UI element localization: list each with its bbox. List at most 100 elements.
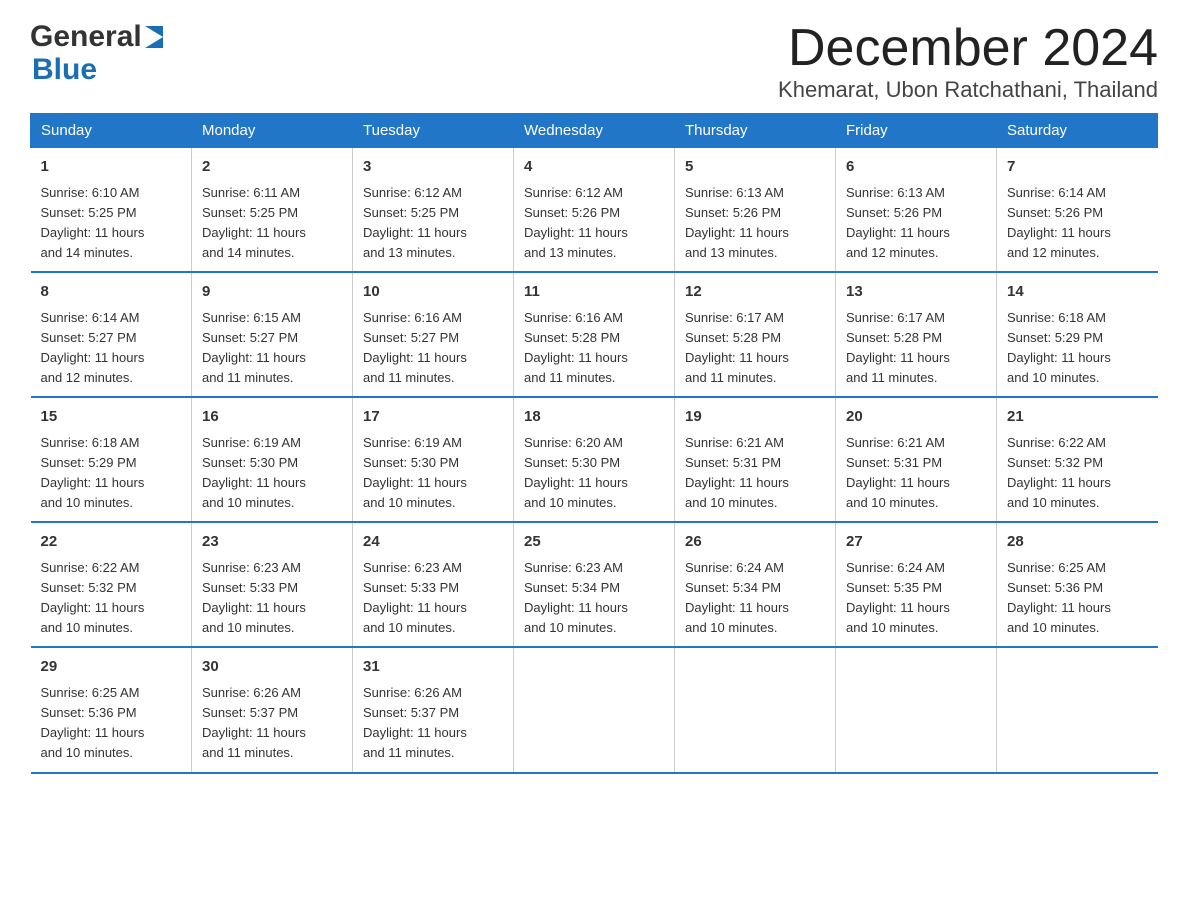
day-info: Sunrise: 6:20 AMSunset: 5:30 PMDaylight:… bbox=[524, 433, 664, 514]
day-info: Sunrise: 6:16 AMSunset: 5:28 PMDaylight:… bbox=[524, 308, 664, 389]
day-number: 4 bbox=[524, 156, 664, 179]
day-info: Sunrise: 6:25 AMSunset: 5:36 PMDaylight:… bbox=[1007, 558, 1148, 639]
day-number: 10 bbox=[363, 281, 503, 304]
calendar-day-cell: 27 Sunrise: 6:24 AMSunset: 5:35 PMDayligh… bbox=[836, 522, 997, 647]
calendar-day-cell: 13Sunrise: 6:17 AMSunset: 5:28 PMDayligh… bbox=[836, 272, 997, 397]
calendar-day-cell: 20Sunrise: 6:21 AMSunset: 5:31 PMDayligh… bbox=[836, 397, 997, 522]
calendar-day-cell: 16Sunrise: 6:19 AMSunset: 5:30 PMDayligh… bbox=[192, 397, 353, 522]
calendar-day-cell: 18 Sunrise: 6:20 AMSunset: 5:30 PMDayligh… bbox=[514, 397, 675, 522]
logo: General Blue bbox=[30, 20, 163, 86]
day-number: 7 bbox=[1007, 156, 1148, 179]
day-number: 15 bbox=[41, 406, 182, 429]
day-info: Sunrise: 6:24 AMSunset: 5:34 PMDaylight:… bbox=[685, 558, 825, 639]
month-year-title: December 2024 bbox=[778, 20, 1158, 77]
day-info: Sunrise: 6:12 AMSunset: 5:25 PMDaylight:… bbox=[363, 183, 503, 264]
day-number: 31 bbox=[363, 656, 503, 679]
day-info: Sunrise: 6:22 AMSunset: 5:32 PMDaylight:… bbox=[41, 558, 182, 639]
calendar-day-cell: 9 Sunrise: 6:15 AMSunset: 5:27 PMDaylight… bbox=[192, 272, 353, 397]
day-header-tuesday: Tuesday bbox=[353, 114, 514, 148]
day-info: Sunrise: 6:14 AMSunset: 5:26 PMDaylight:… bbox=[1007, 183, 1148, 264]
calendar-week-row: 8 Sunrise: 6:14 AMSunset: 5:27 PMDaylight… bbox=[31, 272, 1158, 397]
day-info: Sunrise: 6:17 AMSunset: 5:28 PMDaylight:… bbox=[685, 308, 825, 389]
day-number: 19 bbox=[685, 406, 825, 429]
day-info: Sunrise: 6:11 AMSunset: 5:25 PMDaylight:… bbox=[202, 183, 342, 264]
calendar-day-cell: 19 Sunrise: 6:21 AMSunset: 5:31 PMDayligh… bbox=[675, 397, 836, 522]
day-info: Sunrise: 6:16 AMSunset: 5:27 PMDaylight:… bbox=[363, 308, 503, 389]
day-number: 14 bbox=[1007, 281, 1148, 304]
calendar-day-cell: 1 Sunrise: 6:10 AMSunset: 5:25 PMDaylight… bbox=[31, 148, 192, 273]
day-info: Sunrise: 6:23 AMSunset: 5:33 PMDaylight:… bbox=[363, 558, 503, 639]
calendar-day-cell: 24Sunrise: 6:23 AMSunset: 5:33 PMDayligh… bbox=[353, 522, 514, 647]
day-number: 17 bbox=[363, 406, 503, 429]
calendar-day-cell: 21 Sunrise: 6:22 AMSunset: 5:32 PMDayligh… bbox=[997, 397, 1158, 522]
day-number: 9 bbox=[202, 281, 342, 304]
day-header-sunday: Sunday bbox=[31, 114, 192, 148]
day-header-friday: Friday bbox=[836, 114, 997, 148]
logo-general-text: General bbox=[30, 20, 142, 53]
day-info: Sunrise: 6:24 AMSunset: 5:35 PMDaylight:… bbox=[846, 558, 986, 639]
calendar-day-cell: 7 Sunrise: 6:14 AMSunset: 5:26 PMDaylight… bbox=[997, 148, 1158, 273]
calendar-day-cell: 29 Sunrise: 6:25 AMSunset: 5:36 PMDayligh… bbox=[31, 647, 192, 772]
calendar-day-cell: 23 Sunrise: 6:23 AMSunset: 5:33 PMDayligh… bbox=[192, 522, 353, 647]
title-area: December 2024 Khemarat, Ubon Ratchathani… bbox=[778, 20, 1158, 103]
day-headers-row: SundayMondayTuesdayWednesdayThursdayFrid… bbox=[31, 114, 1158, 148]
location-subtitle: Khemarat, Ubon Ratchathani, Thailand bbox=[778, 77, 1158, 103]
day-number: 8 bbox=[41, 281, 182, 304]
calendar-day-cell: 31 Sunrise: 6:26 AMSunset: 5:37 PMDayligh… bbox=[353, 647, 514, 772]
calendar-day-cell: 28Sunrise: 6:25 AMSunset: 5:36 PMDayligh… bbox=[997, 522, 1158, 647]
day-number: 21 bbox=[1007, 406, 1148, 429]
calendar-day-cell: 8 Sunrise: 6:14 AMSunset: 5:27 PMDaylight… bbox=[31, 272, 192, 397]
day-info: Sunrise: 6:25 AMSunset: 5:36 PMDaylight:… bbox=[41, 683, 182, 764]
calendar-day-cell bbox=[675, 647, 836, 772]
day-info: Sunrise: 6:13 AMSunset: 5:26 PMDaylight:… bbox=[685, 183, 825, 264]
day-header-wednesday: Wednesday bbox=[514, 114, 675, 148]
day-header-monday: Monday bbox=[192, 114, 353, 148]
calendar-day-cell: 30 Sunrise: 6:26 AMSunset: 5:37 PMDayligh… bbox=[192, 647, 353, 772]
day-number: 23 bbox=[202, 531, 342, 554]
day-info: Sunrise: 6:17 AMSunset: 5:28 PMDaylight:… bbox=[846, 308, 986, 389]
calendar-header: SundayMondayTuesdayWednesdayThursdayFrid… bbox=[31, 114, 1158, 148]
day-number: 26 bbox=[685, 531, 825, 554]
calendar-day-cell: 10 Sunrise: 6:16 AMSunset: 5:27 PMDayligh… bbox=[353, 272, 514, 397]
day-header-thursday: Thursday bbox=[675, 114, 836, 148]
day-number: 18 bbox=[524, 406, 664, 429]
day-number: 22 bbox=[41, 531, 182, 554]
calendar-week-row: 29 Sunrise: 6:25 AMSunset: 5:36 PMDayligh… bbox=[31, 647, 1158, 772]
day-number: 2 bbox=[202, 156, 342, 179]
calendar-day-cell: 17Sunrise: 6:19 AMSunset: 5:30 PMDayligh… bbox=[353, 397, 514, 522]
day-info: Sunrise: 6:12 AMSunset: 5:26 PMDaylight:… bbox=[524, 183, 664, 264]
day-info: Sunrise: 6:23 AMSunset: 5:33 PMDaylight:… bbox=[202, 558, 342, 639]
calendar-day-cell: 26 Sunrise: 6:24 AMSunset: 5:34 PMDayligh… bbox=[675, 522, 836, 647]
day-number: 1 bbox=[41, 156, 182, 179]
calendar-day-cell: 5 Sunrise: 6:13 AMSunset: 5:26 PMDaylight… bbox=[675, 148, 836, 273]
calendar-day-cell bbox=[514, 647, 675, 772]
day-number: 6 bbox=[846, 156, 986, 179]
day-number: 5 bbox=[685, 156, 825, 179]
day-info: Sunrise: 6:14 AMSunset: 5:27 PMDaylight:… bbox=[41, 308, 182, 389]
calendar-day-cell: 12Sunrise: 6:17 AMSunset: 5:28 PMDayligh… bbox=[675, 272, 836, 397]
day-info: Sunrise: 6:21 AMSunset: 5:31 PMDaylight:… bbox=[846, 433, 986, 514]
day-info: Sunrise: 6:15 AMSunset: 5:27 PMDaylight:… bbox=[202, 308, 342, 389]
day-info: Sunrise: 6:22 AMSunset: 5:32 PMDaylight:… bbox=[1007, 433, 1148, 514]
calendar-day-cell: 11 Sunrise: 6:16 AMSunset: 5:28 PMDayligh… bbox=[514, 272, 675, 397]
calendar-day-cell: 14Sunrise: 6:18 AMSunset: 5:29 PMDayligh… bbox=[997, 272, 1158, 397]
day-info: Sunrise: 6:26 AMSunset: 5:37 PMDaylight:… bbox=[363, 683, 503, 764]
day-number: 16 bbox=[202, 406, 342, 429]
logo-chevron-icon bbox=[145, 26, 163, 48]
calendar-day-cell: 3 Sunrise: 6:12 AMSunset: 5:25 PMDaylight… bbox=[353, 148, 514, 273]
day-info: Sunrise: 6:21 AMSunset: 5:31 PMDaylight:… bbox=[685, 433, 825, 514]
day-number: 30 bbox=[202, 656, 342, 679]
day-info: Sunrise: 6:26 AMSunset: 5:37 PMDaylight:… bbox=[202, 683, 342, 764]
page-header: General Blue December 2024 Khemarat, Ubo… bbox=[30, 20, 1158, 103]
day-info: Sunrise: 6:10 AMSunset: 5:25 PMDaylight:… bbox=[41, 183, 182, 264]
day-number: 29 bbox=[41, 656, 182, 679]
day-number: 3 bbox=[363, 156, 503, 179]
day-number: 11 bbox=[524, 281, 664, 304]
calendar-week-row: 22 Sunrise: 6:22 AMSunset: 5:32 PMDayligh… bbox=[31, 522, 1158, 647]
logo-blue-text: Blue bbox=[32, 53, 97, 86]
day-number: 25 bbox=[524, 531, 664, 554]
calendar-body: 1 Sunrise: 6:10 AMSunset: 5:25 PMDaylight… bbox=[31, 148, 1158, 773]
day-number: 27 bbox=[846, 531, 986, 554]
day-header-saturday: Saturday bbox=[997, 114, 1158, 148]
day-info: Sunrise: 6:18 AMSunset: 5:29 PMDaylight:… bbox=[41, 433, 182, 514]
